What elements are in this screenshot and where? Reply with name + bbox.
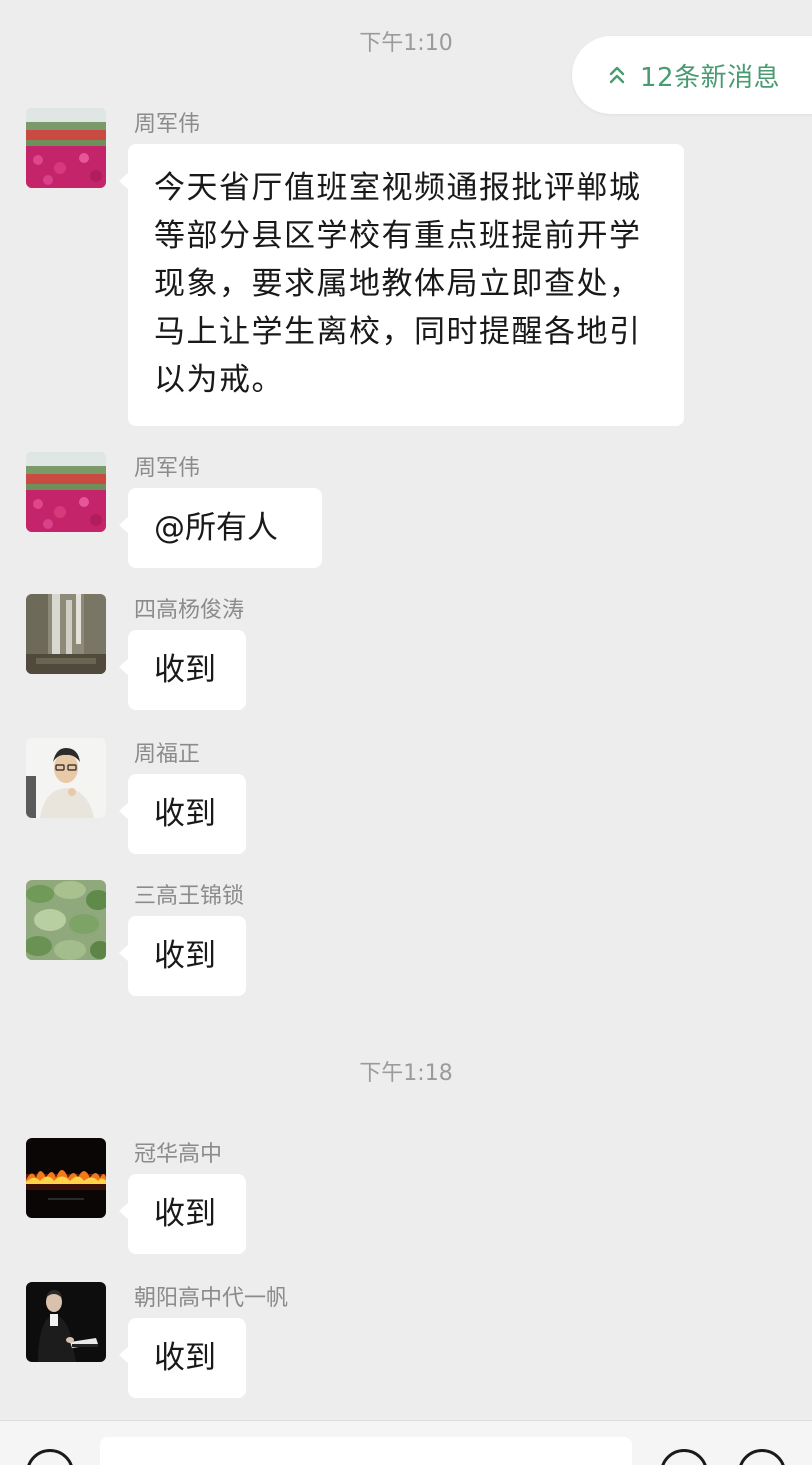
chat-message-list[interactable]: 下午1:10 12条新消息 周军伟 今天省厅值班室视频通报批评郸城等部分县区学校… [0, 0, 812, 1420]
message-bubble[interactable]: @所有人 [119, 488, 322, 568]
input-bar [0, 1420, 812, 1465]
person-portrait-avatar[interactable] [26, 738, 106, 818]
waterfall-avatar[interactable] [26, 594, 106, 674]
sender-name: 冠华高中 [134, 1142, 223, 1167]
sender-name: 周军伟 [134, 456, 201, 481]
message-bubble[interactable]: 收到 [119, 1174, 246, 1254]
sender-name: 三高王锦锁 [134, 884, 245, 909]
pianist-avatar[interactable] [26, 1282, 106, 1362]
sender-name: 周福正 [134, 742, 201, 767]
double-chevron-up-icon [609, 66, 625, 84]
lotus-leaves-avatar[interactable] [26, 880, 106, 960]
message-bubble[interactable]: 收到 [119, 916, 246, 996]
new-messages-button[interactable]: 12条新消息 [572, 36, 812, 114]
voice-icon[interactable] [26, 1449, 74, 1465]
message-bubble[interactable]: 收到 [119, 774, 246, 854]
message-bubble[interactable]: 收到 [119, 630, 246, 710]
emoji-icon[interactable] [660, 1449, 708, 1465]
message-bubble[interactable]: 收到 [119, 1318, 246, 1398]
message-bubble[interactable]: 今天省厅值班室视频通报批评郸城等部分县区学校有重点班提前开学现象，要求属地教体局… [119, 144, 684, 426]
fire-avatar[interactable] [26, 1138, 106, 1218]
plus-icon[interactable] [738, 1449, 786, 1465]
sender-name: 四高杨俊涛 [134, 598, 245, 623]
time-separator: 下午1:18 [359, 1061, 453, 1086]
sender-name: 朝阳高中代一帆 [134, 1286, 289, 1311]
flower-field-avatar[interactable] [26, 108, 106, 188]
flower-field-avatar[interactable] [26, 452, 106, 532]
sender-name: 周军伟 [134, 112, 201, 137]
message-input[interactable] [100, 1437, 632, 1465]
new-messages-label: 12条新消息 [640, 62, 781, 93]
